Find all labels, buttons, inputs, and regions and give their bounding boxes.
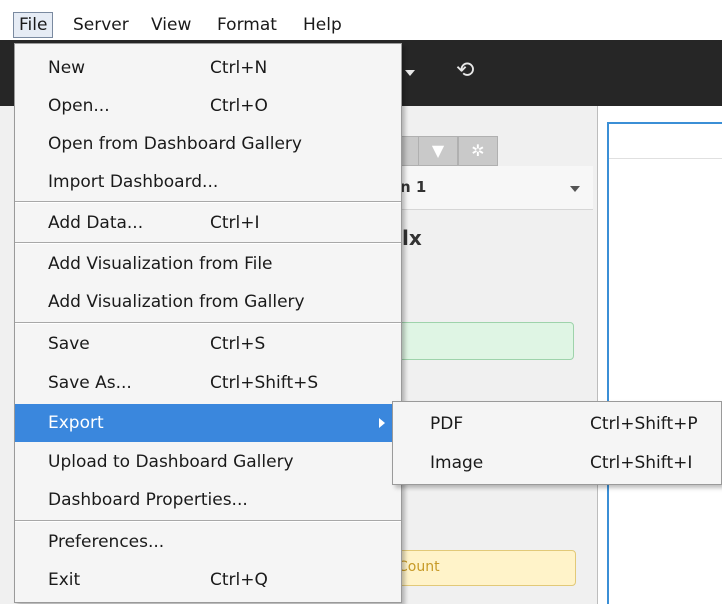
menu-item-label: Add Visualization from File: [48, 254, 273, 274]
submenu-item-pdf[interactable]: PDF Ctrl+Shift+P: [393, 405, 721, 443]
menu-item-label: Save: [48, 334, 90, 354]
menu-item-label: Import Dashboard...: [48, 172, 219, 192]
menu-item-shortcut: Ctrl+S: [210, 334, 266, 354]
menu-item-label: Upload to Dashboard Gallery: [48, 452, 294, 472]
menubar-server[interactable]: Server: [68, 12, 134, 38]
menu-item-shortcut: Ctrl+I: [210, 213, 260, 233]
refresh-icon[interactable]: ⟲: [456, 58, 474, 84]
menu-separator: [15, 322, 401, 324]
menu-item-save-as[interactable]: Save As... Ctrl+Shift+S: [15, 364, 401, 402]
menu-item-label: Add Visualization from Gallery: [48, 292, 305, 312]
visualization-canvas[interactable]: [607, 122, 722, 604]
menu-item-shortcut: Ctrl+N: [210, 58, 268, 78]
gear-icon: ✲: [471, 141, 485, 160]
submenu-item-image[interactable]: Image Ctrl+Shift+I: [393, 444, 721, 482]
menu-item-label: Exit: [48, 570, 81, 590]
menubar-format[interactable]: Format: [212, 12, 282, 38]
menu-item-add-visualization-file[interactable]: Add Visualization from File: [15, 245, 401, 283]
pane-header-title: n 1: [400, 178, 427, 196]
menu-item-label: Save As...: [48, 373, 132, 393]
green-shelf[interactable]: [380, 322, 574, 360]
menu-separator: [15, 201, 401, 203]
menu-item-exit[interactable]: Exit Ctrl+Q: [15, 561, 401, 599]
chevron-down-icon[interactable]: [570, 186, 580, 192]
menu-item-shortcut: Ctrl+O: [210, 96, 268, 116]
menubar-help[interactable]: Help: [298, 12, 347, 38]
menu-item-new[interactable]: New Ctrl+N: [15, 49, 401, 87]
menubar-file[interactable]: File: [13, 12, 54, 38]
submenu-item-label: PDF: [430, 414, 464, 434]
menu-item-label: Preferences...: [48, 532, 165, 552]
menu-item-open[interactable]: Open... Ctrl+O: [15, 87, 401, 125]
chevron-right-icon: [379, 418, 385, 428]
menu-item-shortcut: Ctrl+Shift+S: [210, 373, 319, 393]
submenu-item-label: Image: [430, 453, 484, 473]
caret-down-icon[interactable]: [405, 70, 415, 76]
file-menu: New Ctrl+N Open... Ctrl+O Open from Dash…: [14, 43, 402, 603]
menu-item-dashboard-properties[interactable]: Dashboard Properties...: [15, 481, 401, 519]
menu-item-open-from-gallery[interactable]: Open from Dashboard Gallery: [15, 125, 401, 163]
menu-item-label: Open...: [48, 96, 110, 116]
menu-item-label: Dashboard Properties...: [48, 490, 248, 510]
menu-item-add-visualization-gallery[interactable]: Add Visualization from Gallery: [15, 283, 401, 321]
menu-item-export[interactable]: Export: [15, 404, 401, 442]
tab-filter[interactable]: ▼: [418, 136, 458, 166]
yellow-shelf-text: Count: [398, 559, 440, 575]
menu-separator: [15, 242, 401, 244]
menu-item-shortcut: Ctrl+Q: [210, 570, 268, 590]
pane-tabs: ▼ ✲: [386, 136, 512, 166]
menu-item-upload-gallery[interactable]: Upload to Dashboard Gallery: [15, 443, 401, 481]
submenu-item-shortcut: Ctrl+Shift+I: [590, 453, 693, 473]
export-submenu: PDF Ctrl+Shift+P Image Ctrl+Shift+I: [392, 401, 722, 485]
tab-settings[interactable]: ✲: [458, 136, 498, 166]
chart-type-icon[interactable]: lx: [402, 226, 422, 250]
menu-separator: [15, 520, 401, 522]
submenu-item-shortcut: Ctrl+Shift+P: [590, 414, 698, 434]
menu-item-save[interactable]: Save Ctrl+S: [15, 325, 401, 363]
menu-item-label: Add Data...: [48, 213, 144, 233]
menu-item-label: New: [48, 58, 86, 78]
filter-icon: ▼: [431, 141, 445, 160]
menu-item-label: Open from Dashboard Gallery: [48, 134, 302, 154]
menu-item-import-dashboard[interactable]: Import Dashboard...: [15, 163, 401, 201]
menubar: File Server View Format Help: [0, 0, 722, 40]
menu-item-add-data[interactable]: Add Data... Ctrl+I: [15, 204, 401, 242]
menu-item-preferences[interactable]: Preferences...: [15, 523, 401, 561]
menu-item-label: Export: [48, 413, 104, 433]
menubar-view[interactable]: View: [146, 12, 196, 38]
canvas-divider: [609, 158, 722, 159]
